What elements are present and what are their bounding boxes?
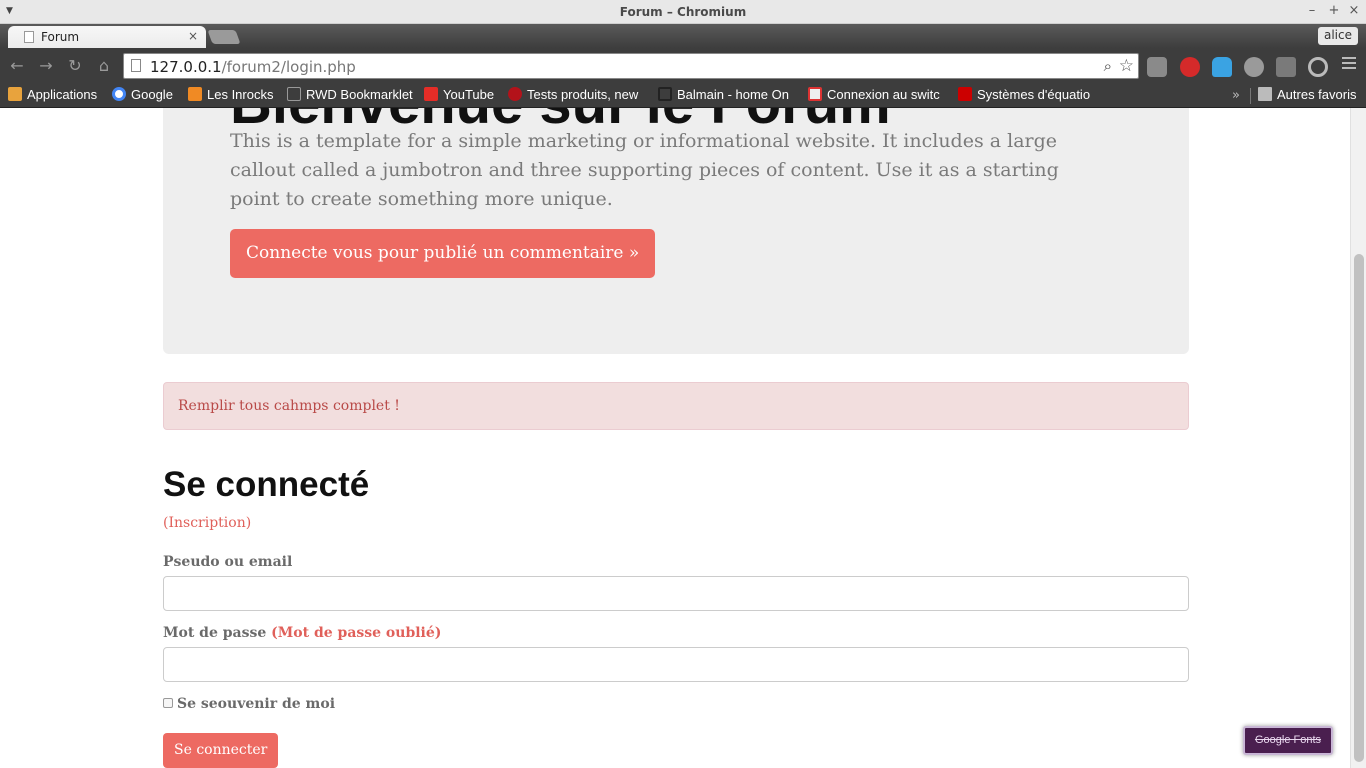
- page-viewport: Bienvenue sur le Forum This is a templat…: [0, 108, 1350, 768]
- error-alert: Remplir tous cahmps complet !: [163, 382, 1189, 430]
- profile-button[interactable]: alice: [1317, 27, 1358, 45]
- window-title-bar: ▼ Forum – Chromium – + ×: [0, 0, 1366, 24]
- window-title: Forum – Chromium: [619, 5, 747, 19]
- remember-me-checkbox[interactable]: [163, 698, 173, 708]
- folder-icon: [1258, 87, 1272, 101]
- close-window-button[interactable]: ×: [1346, 3, 1362, 18]
- password-input[interactable]: [163, 647, 1189, 682]
- login-label: Pseudo ou email: [163, 554, 293, 570]
- switch-icon: [808, 87, 822, 101]
- tab-label: Forum: [41, 30, 80, 44]
- bookmarks-separator: [1250, 88, 1251, 104]
- new-tab-button[interactable]: [207, 30, 241, 44]
- bookmarks-overflow-button[interactable]: »: [1232, 88, 1240, 103]
- page-favicon-icon: [24, 31, 34, 43]
- bookmark-other-folder[interactable]: Autres favoris: [1258, 87, 1362, 105]
- maximize-button[interactable]: +: [1326, 3, 1342, 18]
- zoom-icon[interactable]: ⌕: [1104, 57, 1112, 75]
- youtube-icon: [424, 87, 438, 101]
- forward-arrow-icon[interactable]: →: [36, 56, 56, 76]
- google-icon: [112, 87, 126, 101]
- bookmark-les-inrocks[interactable]: Les Inrocks: [188, 87, 278, 105]
- apps-grid-icon: [8, 87, 22, 101]
- bookmark-rwd[interactable]: RWD Bookmarklet: [287, 87, 415, 105]
- login-input[interactable]: [163, 576, 1189, 611]
- tab-strip: Forum × alice: [0, 24, 1366, 48]
- m-extension-icon[interactable]: [1244, 57, 1264, 77]
- home-icon[interactable]: ⌂: [94, 56, 114, 76]
- jumbotron-text: This is a template for a simple marketin…: [230, 130, 1059, 210]
- tab-close-button[interactable]: ×: [188, 29, 198, 43]
- page-scrollbar[interactable]: [1350, 108, 1366, 768]
- record-extension-icon[interactable]: [1308, 57, 1328, 77]
- chrome-menu-icon[interactable]: [1342, 57, 1356, 72]
- inrocks-icon: [188, 87, 202, 101]
- browser-toolbar: ← → ↻ ⌂ 127.0.0.1/forum2/login.php ⌕ ☆: [0, 48, 1366, 84]
- bookmark-connexion-switch[interactable]: Connexion au switc: [808, 87, 944, 105]
- jumbotron: Bienvenue sur le Forum This is a templat…: [163, 108, 1189, 354]
- free-icon: [958, 87, 972, 101]
- bookmark-star-icon[interactable]: ☆: [1119, 56, 1134, 76]
- page-icon: [287, 87, 301, 101]
- remember-me-label: Se seouvenir de moi: [177, 696, 336, 712]
- clubic-icon: [508, 87, 522, 101]
- bookmark-applications[interactable]: Applications: [8, 87, 104, 105]
- bookmark-youtube[interactable]: YouTube: [424, 87, 500, 105]
- submit-login-button[interactable]: Se connecter: [163, 733, 279, 768]
- bookmark-tests-produits[interactable]: Tests produits, new: [508, 87, 645, 105]
- minimize-button[interactable]: –: [1304, 3, 1320, 18]
- page-info-icon[interactable]: [131, 59, 141, 72]
- extension-icon[interactable]: [1147, 57, 1167, 77]
- back-arrow-icon[interactable]: ←: [7, 56, 27, 76]
- reload-icon[interactable]: ↻: [65, 56, 85, 76]
- login-to-comment-button[interactable]: Connecte vous pour publié un commentaire…: [230, 229, 656, 278]
- register-link[interactable]: (Inscription): [163, 515, 251, 531]
- address-bar[interactable]: 127.0.0.1/forum2/login.php ⌕ ☆: [123, 53, 1139, 79]
- password-label: Mot de passe: [163, 625, 267, 641]
- scrollbar-thumb[interactable]: [1354, 254, 1364, 762]
- url-text[interactable]: 127.0.0.1/forum2/login.php: [150, 58, 356, 76]
- url-host: 127.0.0.1: [150, 58, 222, 76]
- signal-extension-icon[interactable]: [1276, 57, 1296, 77]
- ghostery-icon[interactable]: [1212, 57, 1232, 77]
- bookmark-google[interactable]: Google: [112, 87, 178, 105]
- google-fonts-widget[interactable]: Google Fonts: [1243, 726, 1333, 755]
- bookmarks-bar: Applications Google Les Inrocks RWD Book…: [0, 84, 1366, 108]
- tab-forum[interactable]: Forum ×: [8, 26, 206, 48]
- adblock-icon[interactable]: [1180, 57, 1200, 77]
- login-title: Se connecté: [163, 465, 370, 504]
- bookmark-balmain[interactable]: Balmain - home On: [658, 87, 796, 105]
- url-path: /forum2/login.php: [221, 58, 356, 76]
- remember-me-row: Se seouvenir de moi: [163, 696, 335, 712]
- forgot-password-link[interactable]: (Mot de passe oublié): [271, 625, 441, 641]
- password-label-row: Mot de passe (Mot de passe oublié): [163, 625, 441, 641]
- bookmark-systemes-equation[interactable]: Systèmes d'équatio: [958, 87, 1096, 105]
- balmain-icon: [658, 87, 672, 101]
